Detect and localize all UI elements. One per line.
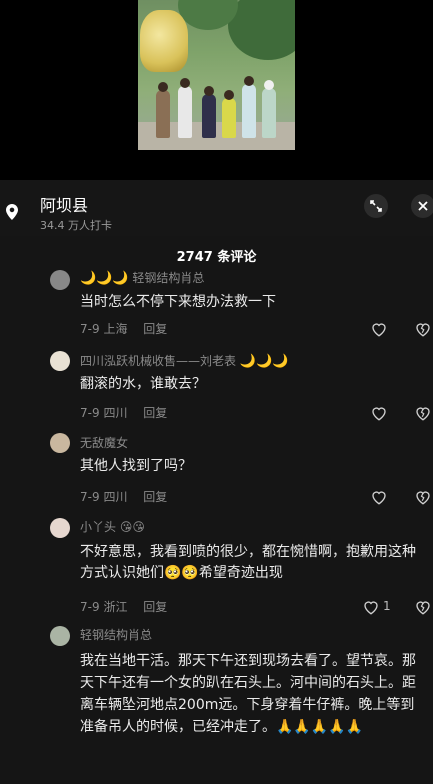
- expand-button[interactable]: [364, 194, 388, 218]
- close-icon: [418, 201, 428, 211]
- comment-text: 不好意思，我看到喷的很少，都在惋惜啊，抱歉用这种方式认识她们🥺🥺希望奇迹出现: [80, 544, 416, 581]
- location-name[interactable]: 阿坝县: [40, 192, 88, 216]
- comment-region: 四川: [103, 406, 128, 420]
- praying-hands-emojis: 🙏🙏🙏🙏🙏: [276, 719, 364, 735]
- comment-region: 浙江: [103, 600, 128, 614]
- comment-region: 上海: [103, 322, 128, 336]
- comment-text: 当时怎么不停下来想办法救一下: [80, 294, 276, 310]
- like-heart-icon[interactable]: [362, 598, 380, 616]
- reply-button[interactable]: 回复: [143, 490, 167, 504]
- dislike-broken-heart-icon[interactable]: [414, 488, 432, 506]
- comment-date: 7-9: [80, 406, 100, 420]
- comment-username[interactable]: 无敌魔女: [80, 434, 128, 451]
- like-heart-icon[interactable]: [370, 404, 388, 422]
- comments-count-title: 2747 条评论: [176, 250, 257, 265]
- reply-button[interactable]: 回复: [143, 600, 167, 614]
- avatar[interactable]: [50, 518, 70, 538]
- video-player[interactable]: [0, 0, 433, 180]
- comment-username[interactable]: 小丫头: [80, 520, 116, 534]
- avatar[interactable]: [50, 270, 70, 290]
- expand-icon: [370, 200, 382, 212]
- dislike-broken-heart-icon[interactable]: [414, 404, 432, 422]
- comment-item: 四川泓跃机械收售——刘老表 🌙🌙🌙 翻滚的水，谁敢去？ 7-9 四川 回复: [0, 348, 433, 426]
- comment-username[interactable]: 轻钢结构肖总: [80, 626, 152, 643]
- reply-button[interactable]: 回复: [143, 322, 167, 336]
- kiss-emojis: 😘😘: [119, 520, 145, 534]
- panda-statue: [140, 10, 188, 72]
- comment-username[interactable]: 轻钢结构肖总: [132, 271, 204, 285]
- comment-meta: 7-9 上海 回复: [80, 320, 167, 337]
- avatar[interactable]: [50, 433, 70, 453]
- comment-item: 小丫头 😘😘 不好意思，我看到喷的很少，都在惋惜啊，抱歉用这种方式认识她们🥺🥺希…: [0, 516, 433, 624]
- comment-item: 轻钢结构肖总 我在当地干活。那天下午还到现场去看了。望节哀。那天下午还有一个女的…: [0, 626, 433, 784]
- comment-text: 翻滚的水，谁敢去？: [80, 376, 206, 392]
- comment-meta: 7-9 四川 回复: [80, 488, 167, 505]
- moon-emojis: 🌙🌙🌙: [80, 271, 129, 286]
- comment-date: 7-9: [80, 490, 100, 504]
- reply-button[interactable]: 回复: [143, 406, 167, 420]
- comment-meta: 7-9 四川 回复: [80, 404, 167, 421]
- comment-text: 我在当地干活。那天下午还到现场去看了。望节哀。那天下午还有一个女的趴在石头上。河…: [80, 650, 420, 738]
- location-pin-icon: [6, 204, 18, 220]
- comments-panel[interactable]: 2747 条评论 🌙🌙🌙 轻钢结构肖总 当时怎么不停下来想办法救一下 7-9 上…: [0, 236, 433, 784]
- dislike-broken-heart-icon[interactable]: [414, 320, 432, 338]
- comment-item: 🌙🌙🌙 轻钢结构肖总 当时怎么不停下来想办法救一下 7-9 上海 回复: [0, 264, 433, 344]
- comment-date: 7-9: [80, 322, 100, 336]
- location-checkins: 34.4 万人打卡: [40, 219, 112, 232]
- avatar[interactable]: [50, 626, 70, 646]
- pleading-emojis: 🥺🥺: [164, 565, 199, 581]
- video-thumbnail: [138, 0, 295, 150]
- comment-date: 7-9: [80, 600, 100, 614]
- moon-emojis: 🌙🌙🌙: [239, 354, 289, 369]
- comment-item: 无敌魔女 其他人找到了吗？ 7-9 四川 回复: [0, 432, 433, 510]
- like-count: 1: [383, 599, 391, 613]
- dislike-broken-heart-icon[interactable]: [414, 598, 432, 616]
- like-heart-icon[interactable]: [370, 488, 388, 506]
- comment-text: 其他人找到了吗？: [80, 458, 192, 474]
- avatar[interactable]: [50, 351, 70, 371]
- like-heart-icon[interactable]: [370, 320, 388, 338]
- close-button[interactable]: [411, 194, 433, 218]
- comment-username[interactable]: 四川泓跃机械收售——刘老表: [80, 354, 236, 368]
- comment-region: 四川: [103, 490, 128, 504]
- comment-meta: 7-9 浙江 回复: [80, 598, 167, 615]
